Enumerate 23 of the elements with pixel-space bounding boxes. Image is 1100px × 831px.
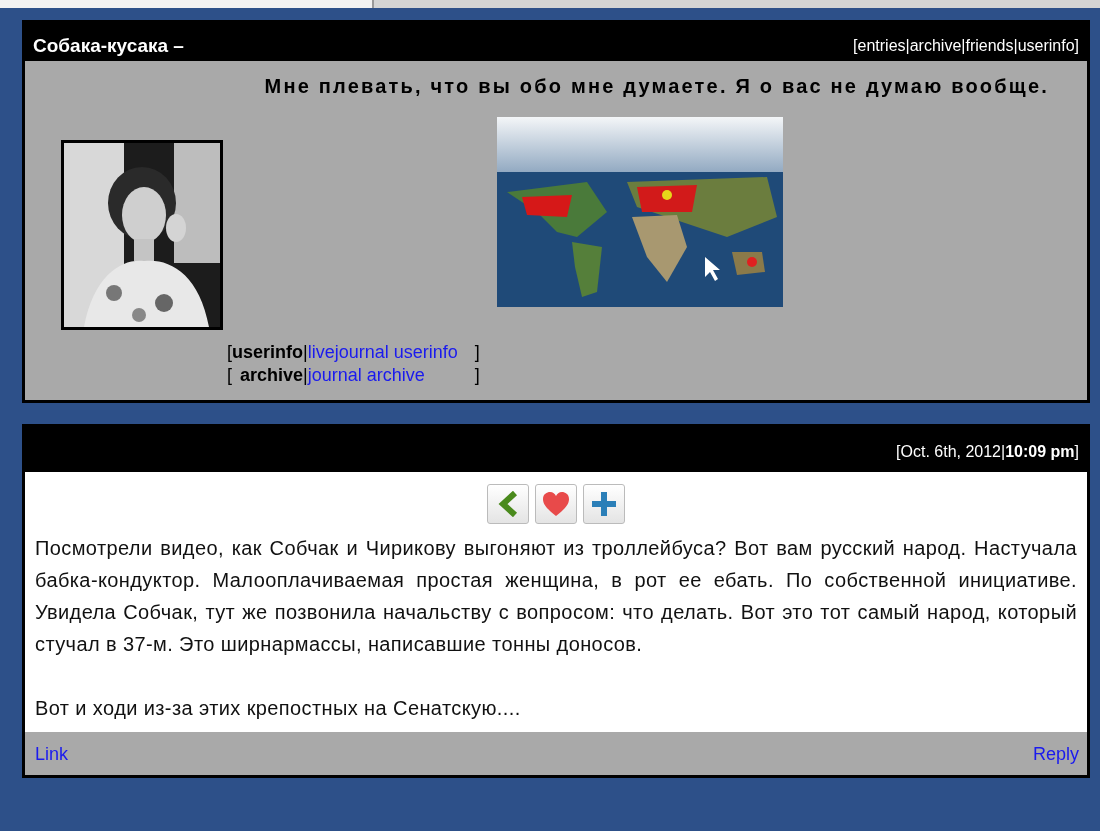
entry-date: [Oct. 6th, 2012|10:09 pm] xyxy=(896,442,1079,461)
back-button[interactable] xyxy=(487,484,529,524)
journal-nav-links[interactable]: [entries|archive|friends|userinfo] xyxy=(853,37,1079,55)
separator-text: | xyxy=(303,365,308,386)
like-button[interactable] xyxy=(535,484,577,524)
bracket-text: [ xyxy=(227,342,232,363)
footer-link[interactable]: Link xyxy=(35,744,69,765)
info-link[interactable]: journal archive xyxy=(307,365,425,386)
entry-paragraph: Вот и ходи из-за этих крепостных на Сенатскую.... xyxy=(35,696,522,721)
footer-link[interactable]: Reply xyxy=(1032,744,1079,765)
add-button[interactable] xyxy=(583,484,625,524)
journal-title: Собака-кусака – xyxy=(33,35,184,57)
separator-text: | xyxy=(303,342,308,363)
journal-motto: Мне плевать, что вы обо мне думаете. Я о вас не думаю вообще. xyxy=(263,75,1050,98)
entry-paragraph: Посмотрели видео, как Собчак и Чирикову выгоняют из троллейбуса? Вот вам русский народ. Настучала бабка-кондуктор. Малооплачиваемая простая женщина, в рот ее ебать. По собственной инициативе. Увидела Собчак, тут же позвонила начальству с вопросом: что делать. Вот это тот самый народ, который стучал в 37-м. Это ширнармассы, написавшие тонны доносов. xyxy=(35,536,1077,657)
bracket-text: [ xyxy=(227,365,232,386)
chevron-left-icon xyxy=(497,491,519,517)
plus-icon xyxy=(591,491,617,517)
info-link[interactable]: livejournal userinfo xyxy=(307,342,458,363)
bracket-text: ] xyxy=(474,342,480,363)
heart-icon xyxy=(542,491,570,517)
info-label: archive xyxy=(240,365,304,386)
bracket-text: ] xyxy=(474,365,480,386)
